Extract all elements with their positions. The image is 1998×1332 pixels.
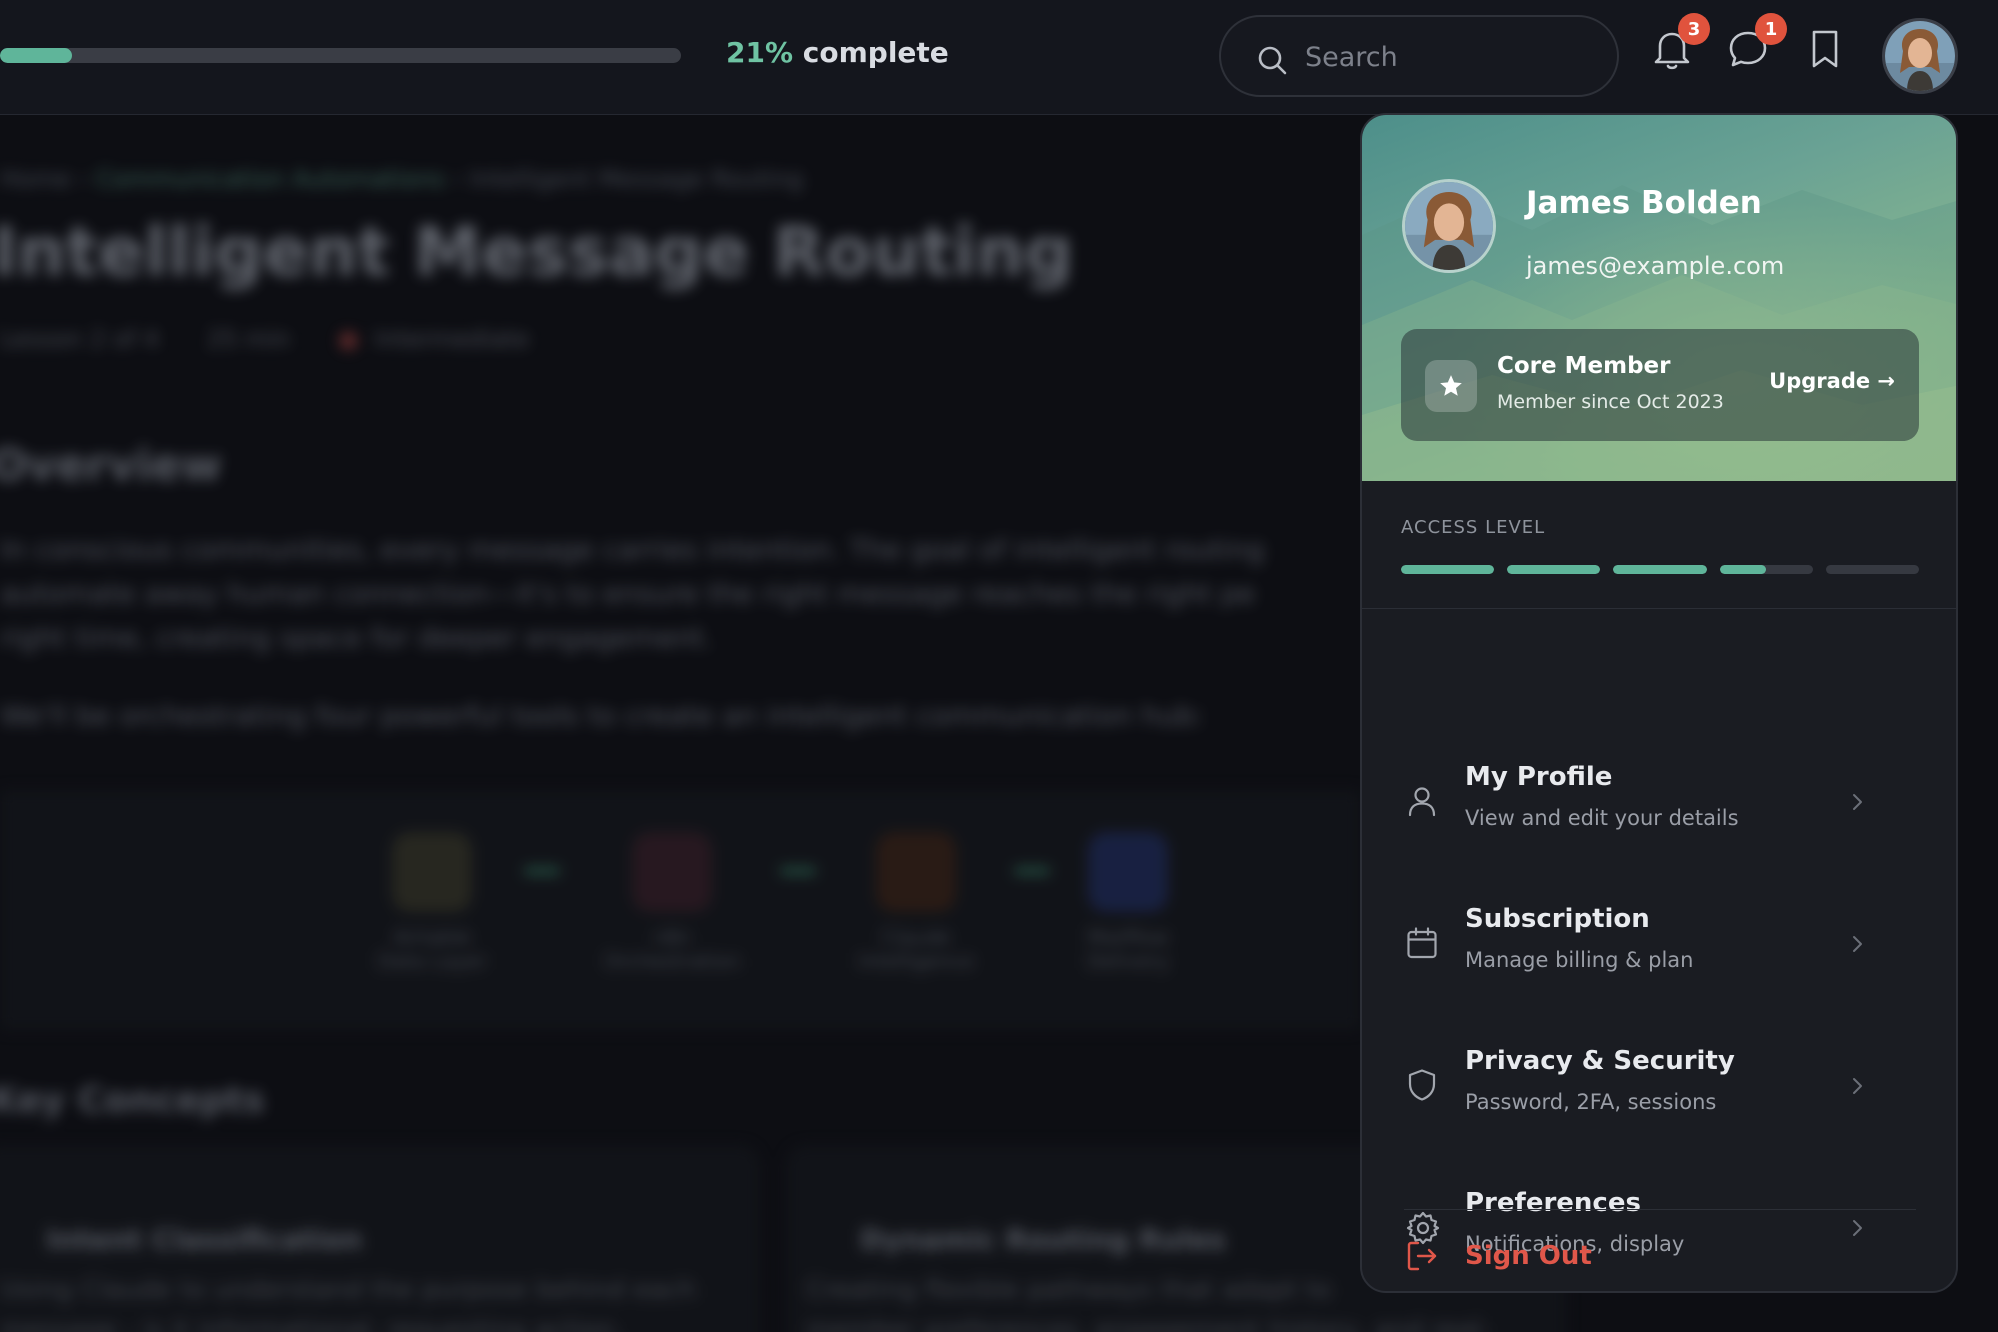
sign-out-button[interactable]: Sign Out xyxy=(1362,1225,1956,1285)
bookmark-icon xyxy=(1812,30,1838,68)
flow-label: Airtable Data Layer xyxy=(377,925,487,973)
lesson-level: Intermediate xyxy=(374,325,530,353)
sign-out-label: Sign Out xyxy=(1465,1241,1592,1271)
messages-button[interactable]: 1 xyxy=(1724,13,1787,73)
concept-card-title: Dynamic Routing Rules xyxy=(860,1223,1226,1256)
concept-card: Intent Classification Using Claude to un… xyxy=(0,1145,760,1332)
access-level-segment xyxy=(1401,565,1495,574)
course-progress-fill xyxy=(0,48,73,63)
access-level-segment-fill xyxy=(1401,565,1495,574)
membership-since: Member since Oct 2023 xyxy=(1497,391,1724,413)
access-level-meter xyxy=(1401,565,1920,574)
airtable-logo xyxy=(392,832,472,912)
sign-out-icon xyxy=(1407,1241,1437,1271)
chevron-right-icon xyxy=(1853,794,1862,810)
overview-paragraph-line: automate away human connection—it's to e… xyxy=(0,577,1256,610)
notifications-button[interactable]: 3 xyxy=(1648,13,1710,73)
menu-item-title: Privacy & Security xyxy=(1465,1046,1735,1076)
progress-suffix: complete xyxy=(802,36,949,69)
access-level-segment xyxy=(1825,565,1920,574)
menu-item-title: My Profile xyxy=(1465,762,1613,792)
menu-item-title: Preferences xyxy=(1465,1188,1641,1218)
profile-dropdown: James Bolden james@example.com Core Memb… xyxy=(1360,113,1958,1293)
lesson-duration: 25 min xyxy=(206,325,291,353)
mailflow-logo xyxy=(1088,832,1168,912)
access-level-segment xyxy=(1719,565,1813,574)
user-avatar-button[interactable] xyxy=(1882,18,1958,94)
page-title: Intelligent Message Routing xyxy=(0,213,1074,292)
flow-label: n8n Orchestration xyxy=(603,925,741,973)
avatar-image xyxy=(1405,182,1493,270)
progress-percent: 21% xyxy=(726,36,794,69)
access-level-segment-fill xyxy=(1719,565,1767,574)
membership-title: Core Member xyxy=(1497,353,1671,379)
divider xyxy=(1404,1209,1916,1210)
concept-card-text: message - is it informational, requestin… xyxy=(0,1315,623,1332)
claude-logo xyxy=(876,832,956,912)
chevron-right-icon xyxy=(1853,1078,1862,1094)
menu-item-subscription[interactable]: Subscription Manage billing & plan xyxy=(1362,884,1956,1014)
concept-card-title: Intent Classification xyxy=(46,1223,363,1256)
user-icon xyxy=(1408,787,1436,817)
progress-label: 21% complete xyxy=(726,36,949,69)
concept-card-text: Using Claude to understand the purpose b… xyxy=(0,1275,697,1305)
menu-item-subtitle: Password, 2FA, sessions xyxy=(1465,1090,1717,1114)
overview-paragraph-line: In conscious communities, every message … xyxy=(0,533,1265,566)
overview-paragraph-line: right time, creating space for deeper en… xyxy=(0,621,713,654)
search-icon xyxy=(1258,46,1287,75)
overview-paragraph-line: We'll be orchestrating four powerful too… xyxy=(0,699,1205,732)
flow-label: Mailflow Delivery xyxy=(1086,925,1170,973)
chevron-right-icon xyxy=(1853,936,1862,952)
search-input[interactable] xyxy=(1305,37,1585,77)
menu-item-my-profile[interactable]: My Profile View and edit your details xyxy=(1362,742,1956,872)
key-concepts-heading: Key Concepts xyxy=(0,1080,265,1121)
menu-item-subtitle: Manage billing & plan xyxy=(1465,948,1694,972)
course-progress-bar xyxy=(0,48,681,63)
flow-label: Claude Intelligence xyxy=(857,925,975,973)
flow-arrow xyxy=(524,868,560,874)
star-icon xyxy=(1425,360,1477,412)
overview-heading: Overview xyxy=(0,440,222,491)
n8n-logo xyxy=(632,832,712,912)
divider xyxy=(1362,608,1956,609)
breadcrumb-current: Intelligent Message Routing xyxy=(469,165,804,193)
breadcrumb-section: Communication Automations xyxy=(95,165,445,193)
shield-icon xyxy=(1408,1069,1436,1101)
breadcrumb: Home › Communication Automations › Intel… xyxy=(0,165,804,193)
upgrade-button[interactable]: Upgrade → xyxy=(1769,369,1895,393)
tool-flow-diagram: Airtable Data Layer n8n Orchestration Clau… xyxy=(0,790,1360,1030)
menu-item-subtitle: View and edit your details xyxy=(1465,806,1739,830)
notifications-badge: 3 xyxy=(1678,13,1710,45)
lesson-number: Lesson 2 of 4 xyxy=(0,325,160,353)
concept-card-text: Creating flexible pathways that adapt to xyxy=(806,1275,1332,1305)
access-level-segment xyxy=(1507,565,1601,574)
breadcrumb-home: Home xyxy=(0,165,71,193)
bookmarks-button[interactable] xyxy=(1801,25,1849,73)
flow-arrow xyxy=(1014,868,1050,874)
profile-header: James Bolden james@example.com Core Memb… xyxy=(1362,115,1956,481)
access-level-segment-fill xyxy=(1613,565,1707,574)
membership-card: Core Member Member since Oct 2023 Upgrad… xyxy=(1401,329,1919,441)
profile-avatar xyxy=(1402,179,1496,273)
access-level-segment-fill xyxy=(1507,565,1601,574)
top-bar: 21% complete 3 1 xyxy=(0,0,1998,115)
messages-badge: 1 xyxy=(1755,13,1787,45)
menu-item-privacy-security[interactable]: Privacy & Security Password, 2FA, sessio… xyxy=(1362,1026,1956,1156)
concept-card-text: member preferences, engagement history, … xyxy=(806,1315,1491,1332)
calendar-icon xyxy=(1407,927,1437,959)
profile-email: james@example.com xyxy=(1526,252,1785,280)
search-box[interactable] xyxy=(1219,15,1619,97)
access-level-segment xyxy=(1613,565,1707,574)
access-level-label: ACCESS LEVEL xyxy=(1401,517,1546,538)
lesson-meta: Lesson 2 of 4 25 min ● Intermediate xyxy=(0,325,530,353)
flow-arrow xyxy=(780,868,816,874)
avatar-image xyxy=(1885,21,1955,91)
profile-name: James Bolden xyxy=(1526,185,1762,221)
menu-item-title: Subscription xyxy=(1465,904,1650,934)
